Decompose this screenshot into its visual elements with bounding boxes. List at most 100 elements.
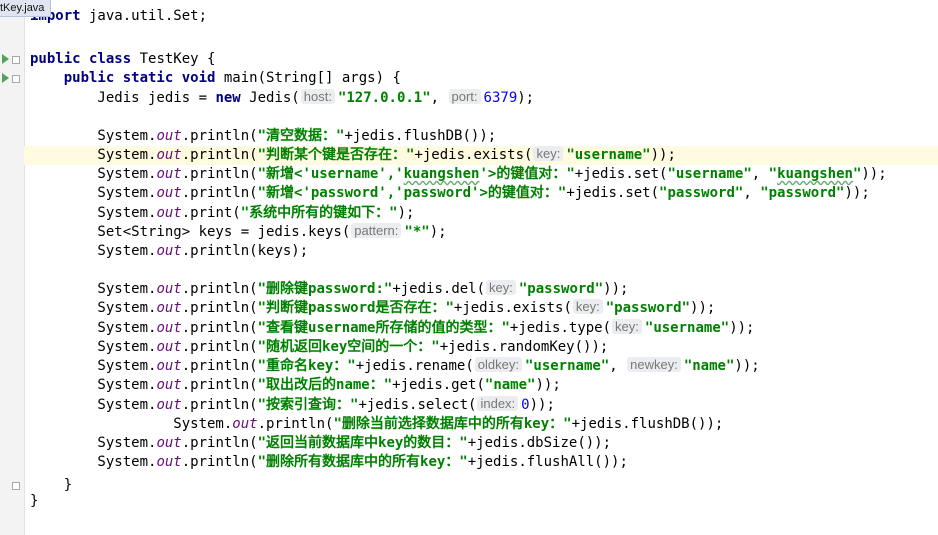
run-class-icon[interactable] — [2, 54, 9, 64]
run-main-icon[interactable] — [2, 73, 9, 83]
code-token: .println( — [181, 435, 258, 451]
code-line[interactable]: System.out.println("删除键password:"+jedis.… — [30, 280, 938, 299]
code-token: Set<String> keys = jedis.keys( — [30, 224, 351, 240]
code-line[interactable]: System.out.println(keys); — [30, 242, 938, 261]
code-token: "重命名key：" — [257, 358, 356, 374]
code-line[interactable]: import java.util.Set; — [30, 7, 938, 26]
code-token: System. — [30, 339, 157, 355]
code-line[interactable]: System.out.println("随机返回key空间的一个："+jedis… — [30, 338, 938, 357]
code-line[interactable]: Set<String> keys = jedis.keys(pattern: "*… — [30, 223, 938, 242]
code-token: .println( — [181, 128, 258, 144]
code-line[interactable]: System.out.print("系统中所有的键如下："); — [30, 204, 938, 223]
code-token: .println( — [181, 339, 258, 355]
code-token: out — [156, 281, 182, 297]
code-token: )); — [535, 377, 561, 393]
editor-tab-testkey[interactable]: tKey.java — [0, 0, 52, 17]
code-token: out — [156, 377, 182, 393]
code-token: .println( — [181, 166, 258, 182]
param-hint: key: — [572, 299, 603, 314]
code-line[interactable]: System.out.println("判断键password是否存在："+je… — [30, 299, 938, 318]
code-line[interactable]: System.out.println("删除所有数据库中的所有key："+jed… — [30, 453, 938, 472]
code-token: "username" — [566, 147, 651, 163]
code-token: System. — [30, 435, 157, 451]
code-token: out — [156, 166, 182, 182]
code-line[interactable]: System.out.println("查看键username所存储的值的类型：… — [30, 319, 938, 338]
code-token: +jedis.rename( — [355, 358, 474, 374]
code-token: System. — [30, 205, 157, 221]
code-token: out — [156, 454, 182, 470]
code-line[interactable]: System.out.println("取出改后的name："+jedis.ge… — [30, 376, 938, 395]
code-token: kuangshen — [403, 166, 480, 182]
code-token: .println( — [181, 185, 258, 201]
code-line[interactable]: } — [30, 492, 938, 511]
code-token: .println( — [257, 416, 334, 432]
code-token: out — [156, 397, 182, 413]
code-token: System. — [30, 416, 233, 432]
code-token: , — [609, 358, 627, 374]
code-token: out — [156, 435, 182, 451]
code-token: System. — [30, 454, 157, 470]
code-token: "新增<'password','password'>的键值对：" — [257, 185, 567, 201]
code-token: +jedis.set( — [574, 166, 668, 182]
code-token: 0 — [521, 397, 530, 413]
code-token: +jedis.flushDB()); — [571, 416, 724, 432]
code-token: +jedis.type( — [509, 320, 612, 336]
code-token: )); — [844, 185, 870, 201]
fold-method-end-icon[interactable] — [12, 482, 20, 490]
code-token: "新增<'username',' — [257, 166, 404, 182]
code-token: +jedis.dbSize()); — [467, 435, 612, 451]
code-token: System. — [30, 147, 157, 163]
code-token: System. — [30, 281, 157, 297]
code-token: System. — [30, 300, 157, 316]
code-line[interactable]: System.out.println("重命名key："+jedis.renam… — [30, 357, 938, 376]
code-line[interactable]: System.out.println("新增<'password','passw… — [30, 184, 938, 203]
code-token: .println( — [181, 147, 258, 163]
code-line[interactable]: System.out.println("判断某个键是否存在："+jedis.ex… — [24, 146, 938, 165]
code-token: out — [156, 300, 182, 316]
code-token: } — [30, 493, 39, 509]
code-line[interactable]: Jedis jedis = new Jedis(host: "127.0.0.1"… — [30, 89, 938, 108]
code-token: out — [156, 147, 182, 163]
code-token: new — [215, 90, 241, 106]
code-line[interactable]: public class TestKey { — [30, 50, 938, 69]
fold-method-icon[interactable] — [12, 75, 20, 83]
code-token: +jedis.flushDB()); — [344, 128, 497, 144]
code-token: out — [156, 128, 182, 144]
code-token: "username" — [667, 166, 752, 182]
code-token: )); — [690, 300, 716, 316]
code-token: public static void — [63, 70, 216, 86]
code-token: Jedis jedis = — [30, 90, 216, 106]
code-token: " — [768, 166, 778, 182]
code-editor[interactable]: import java.util.Set; public class TestKe… — [24, 0, 938, 535]
code-token: .println( — [181, 377, 258, 393]
code-token: "删除所有数据库中的所有key：" — [257, 454, 468, 470]
code-token: java.util.Set; — [80, 8, 208, 24]
code-line[interactable]: System.out.println("按索引查询："+jedis.select… — [30, 396, 938, 415]
param-hint: key: — [486, 280, 516, 295]
code-token: '>的键值对：" — [479, 166, 575, 182]
code-token: "查看键username所存储的值的类型：" — [257, 320, 510, 336]
code-line[interactable]: System.out.println("返回当前数据库中key的数目："+jed… — [30, 434, 938, 453]
code-token: System. — [30, 185, 157, 201]
code-token: System. — [30, 128, 157, 144]
code-token: out — [232, 416, 258, 432]
code-token: .println( — [181, 397, 258, 413]
code-line[interactable]: System.out.println("清空数据："+jedis.flushDB… — [30, 127, 938, 146]
code-token: System. — [30, 397, 157, 413]
code-line[interactable]: public static void main(String[] args) { — [30, 69, 938, 88]
code-line[interactable]: System.out.println("删除当前选择数据库中的所有key："+j… — [30, 415, 938, 434]
code-token: )); — [529, 397, 555, 413]
code-token: +jedis.set( — [566, 185, 660, 201]
code-token: "password" — [605, 300, 691, 316]
param-hint: key: — [533, 146, 564, 161]
code-token: "删除键password:" — [257, 281, 393, 297]
code-token: "password" — [518, 281, 604, 297]
code-token: )); — [861, 166, 887, 182]
code-token: )); — [729, 320, 755, 336]
code-token: "清空数据：" — [257, 128, 345, 144]
code-line[interactable]: System.out.println("新增<'username','kuang… — [30, 165, 938, 184]
code-token: "password" — [760, 185, 845, 201]
code-token: out — [156, 205, 182, 221]
fold-class-icon[interactable] — [12, 56, 20, 64]
